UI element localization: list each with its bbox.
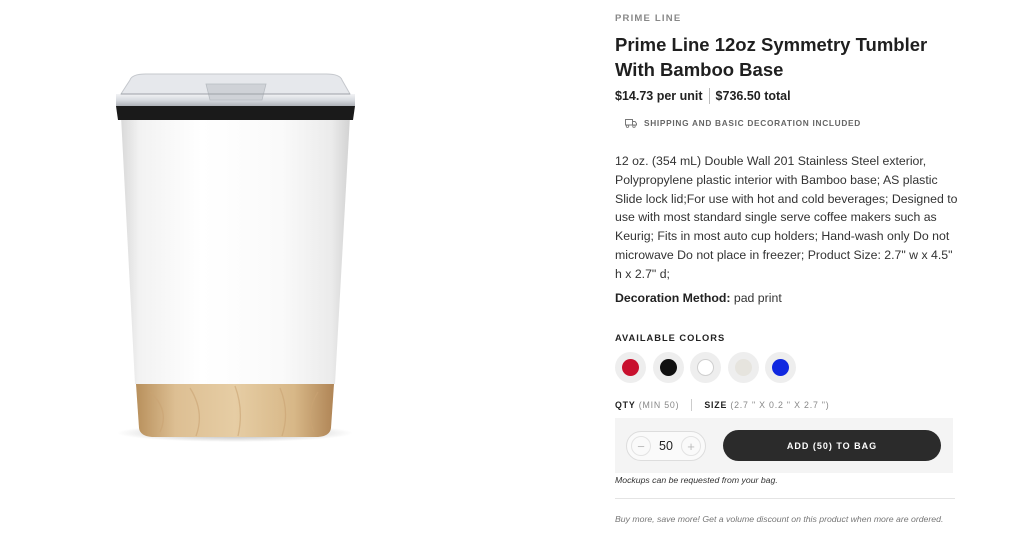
quantity-stepper: − 50 + [626,431,706,461]
brand-name[interactable]: PRIME LINE [615,13,681,24]
mockups-note: Mockups can be requested from your bag. [615,475,778,485]
add-to-bag-button[interactable]: ADD (50) TO BAG [723,430,941,461]
swatch-dot [734,359,752,376]
price-total: $736.50 total [715,89,791,103]
decoration-label: Decoration Method: [615,291,731,305]
color-swatches [615,352,803,383]
swatch-dot [697,359,714,376]
shipping-note: SHIPPING AND BASIC DECORATION INCLUDED [625,118,861,128]
tumbler-image [116,73,355,442]
decrease-quantity-button[interactable]: − [631,436,651,456]
swatch-dot [659,359,677,376]
section-divider [615,498,955,499]
decoration-method: Decoration Method: pad print [615,291,782,305]
truck-icon [625,118,637,128]
qty-min: (MIN 50) [638,400,680,410]
qty-size-divider [691,399,693,411]
color-swatch-white[interactable] [690,352,721,383]
quantity-value[interactable]: 50 [659,439,673,453]
size-label: SIZE [704,400,728,410]
color-swatch-red[interactable] [615,352,646,383]
price-per-unit: $14.73 per unit [615,89,703,103]
color-swatch-blue[interactable] [765,352,796,383]
product-title: Prime Line 12oz Symmetry Tumbler With Ba… [615,34,928,80]
decoration-value: pad print [733,291,782,305]
price-row: $14.73 per unit $736.50 total [615,88,791,104]
size-value: (2.7 " X 0.2 " X 2.7 ") [730,400,830,410]
add-to-bag-panel: − 50 + ADD (50) TO BAG [615,418,953,473]
color-swatch-light-gray[interactable] [727,352,759,383]
volume-discount-note: Buy more, save more! Get a volume discou… [615,514,944,524]
qty-size-row: QTY (MIN 50) SIZE (2.7 " X 0.2 " X 2.7 "… [615,399,830,411]
swatch-dot [772,359,789,376]
qty-label: QTY [615,400,636,410]
available-colors-label: AVAILABLE COLORS [615,333,726,343]
color-swatch-black[interactable] [652,352,684,383]
shipping-text: SHIPPING AND BASIC DECORATION INCLUDED [644,118,861,128]
product-description: 12 oz. (354 mL) Double Wall 201 Stainles… [615,154,958,281]
price-divider [708,88,710,104]
product-image [0,0,600,540]
swatch-dot [622,359,639,376]
increase-quantity-button[interactable]: + [681,436,701,456]
